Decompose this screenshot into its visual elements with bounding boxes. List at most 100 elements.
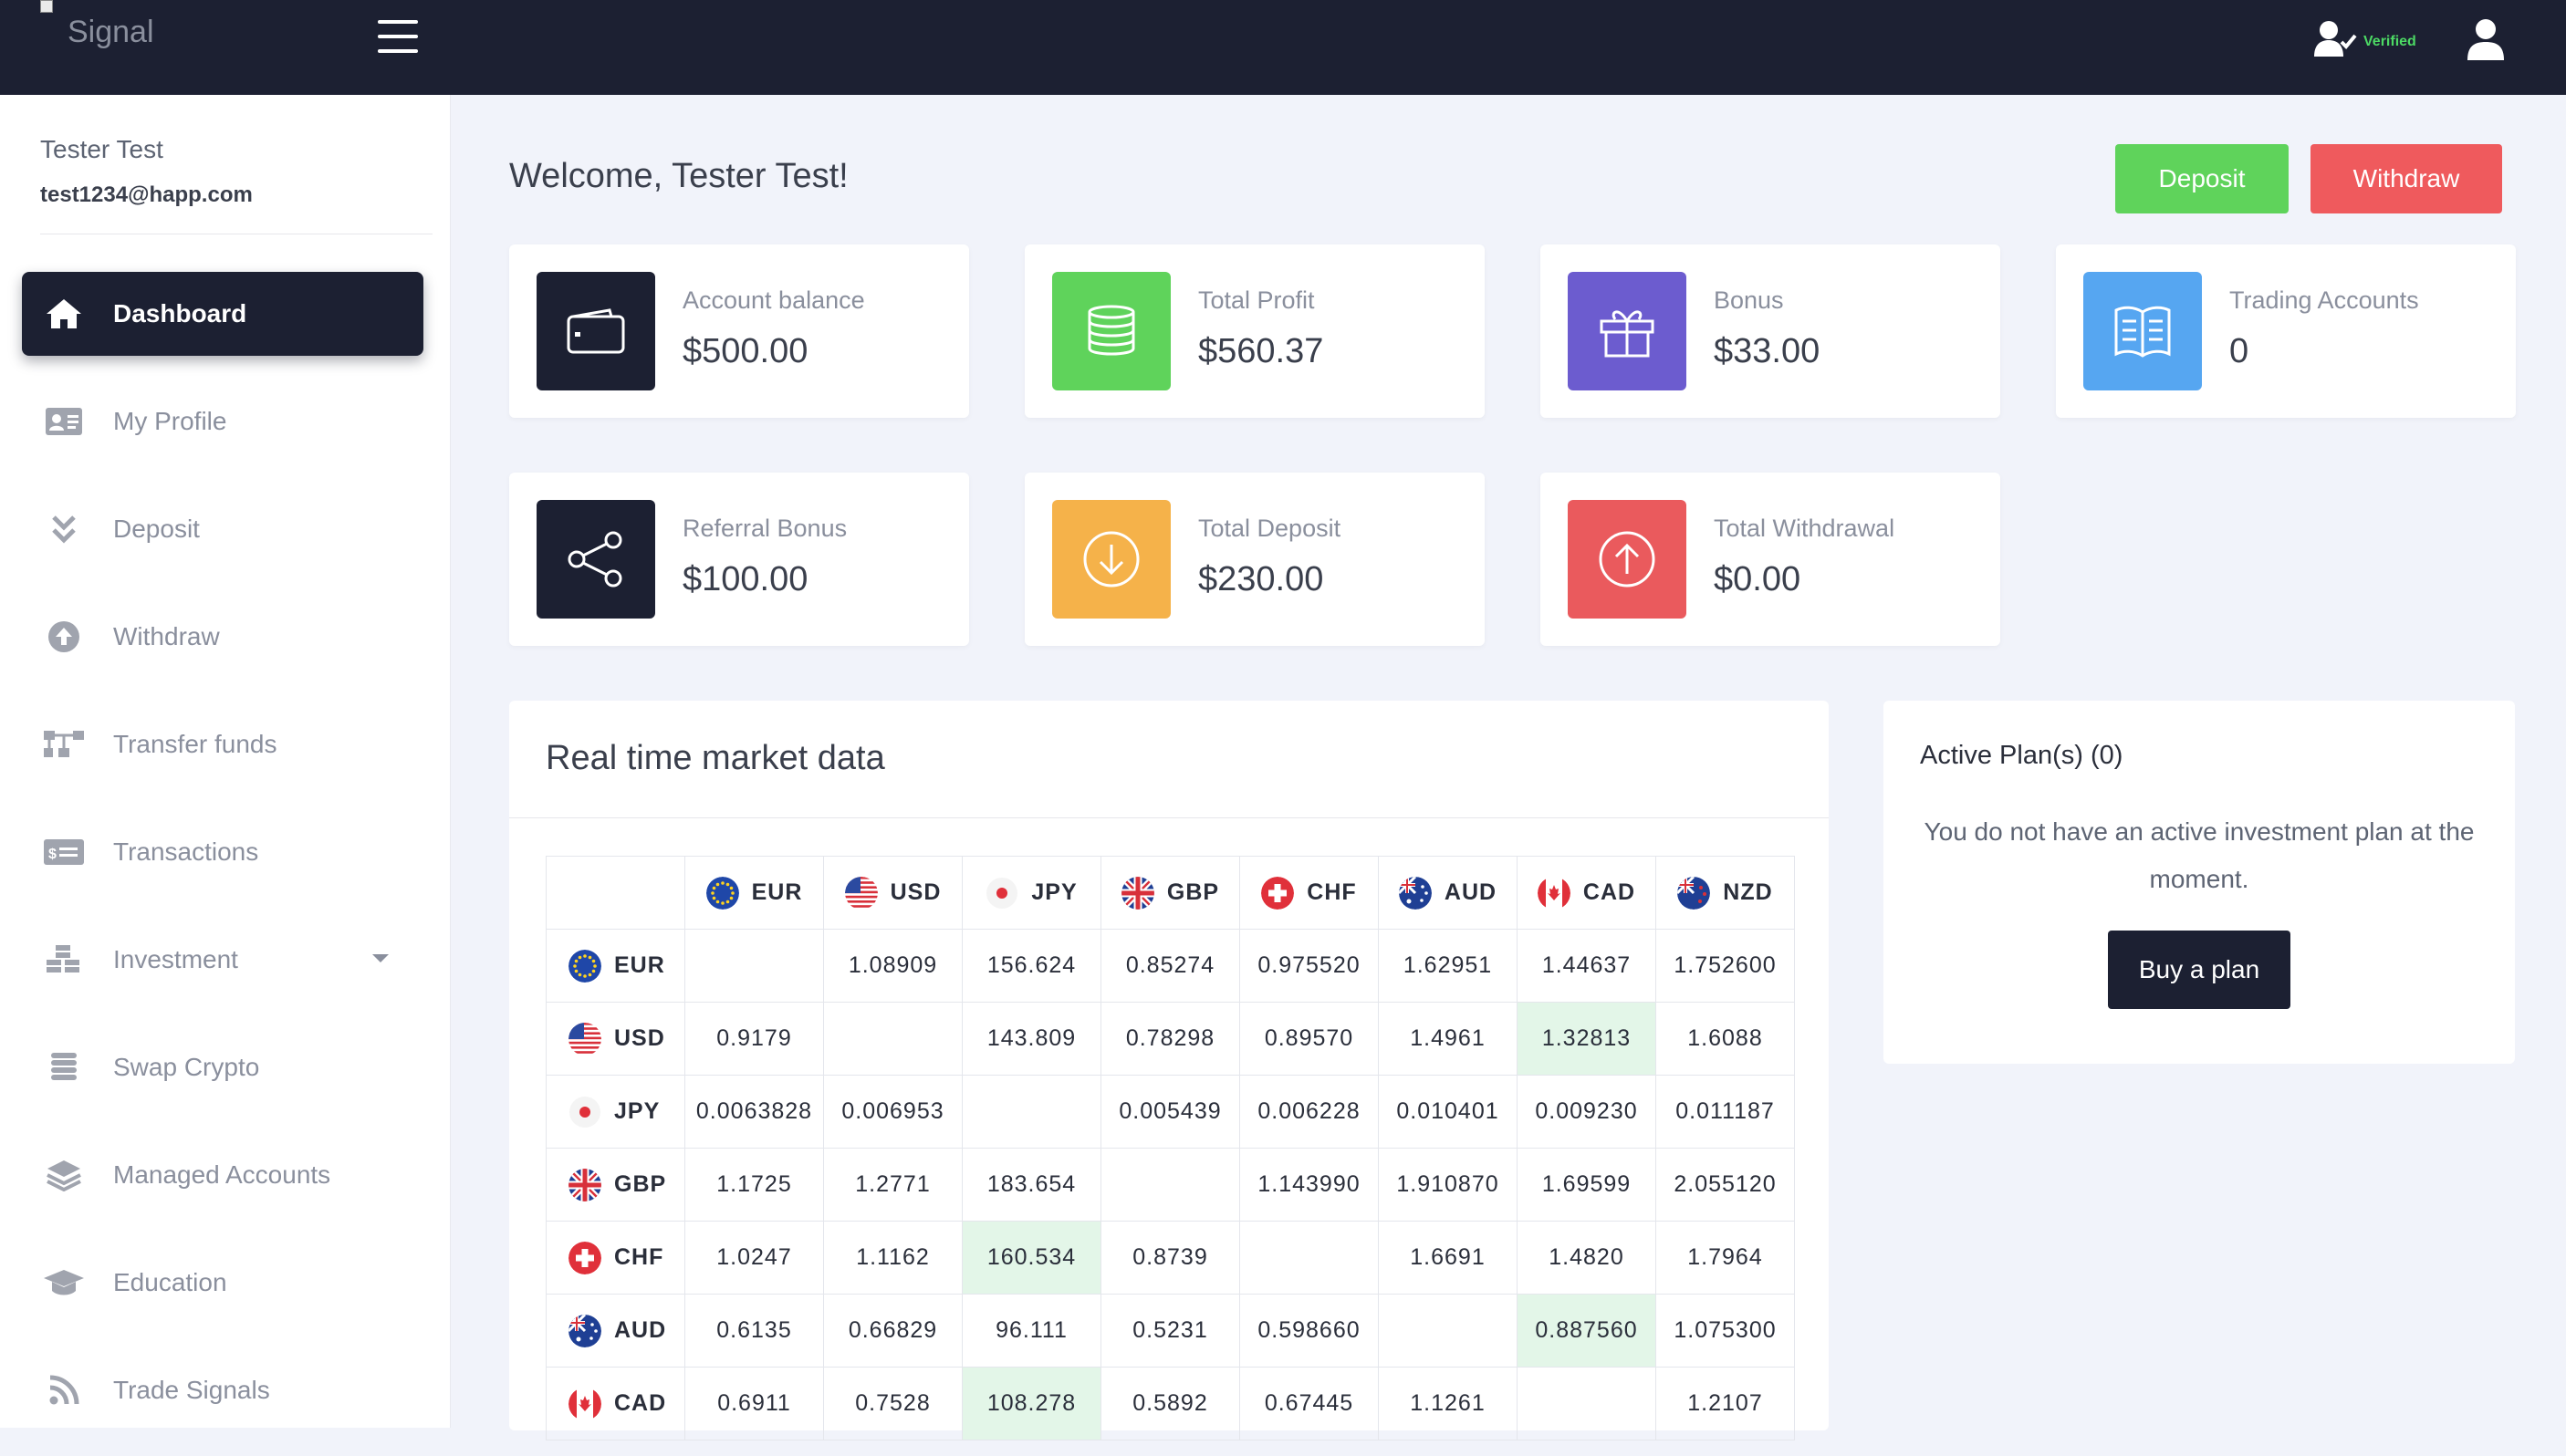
arrow-down-circle-icon [1052, 500, 1171, 619]
verified-badge[interactable]: Verified [2314, 20, 2416, 58]
rate-cell: 1.7964 [1655, 1221, 1795, 1295]
buy-plan-button[interactable]: Buy a plan [2108, 931, 2290, 1009]
arrow-up-circle-icon [40, 617, 88, 657]
nzd-flag-icon [1677, 876, 1711, 910]
rate-cell: 0.598660 [1239, 1294, 1379, 1368]
sidebar-item-transfer-funds[interactable]: Transfer funds [22, 702, 423, 786]
rate-cell: 0.975520 [1239, 929, 1379, 1003]
rate-cell: 1.075300 [1655, 1294, 1795, 1368]
rate-cell: 0.8739 [1100, 1221, 1240, 1295]
currency-code: GBP [614, 1171, 667, 1197]
currency-code: AUD [614, 1317, 667, 1343]
sidebar-item-deposit[interactable]: Deposit [22, 487, 423, 571]
currency-code: AUD [1444, 879, 1497, 905]
table-header-row: EUR USD JPY GBP CHF AUD CAD NZD [546, 856, 1795, 930]
logo[interactable]: Signal [40, 0, 154, 50]
currency-code: USD [890, 879, 942, 905]
currency-code: CAD [1582, 879, 1636, 905]
card-value: $33.00 [1714, 332, 1820, 370]
sidebar-item-swap-crypto[interactable]: Swap Crypto [22, 1025, 423, 1109]
currency-code: JPY [1031, 879, 1078, 905]
sidebar-item-education[interactable]: Education [22, 1241, 423, 1325]
card-value: $230.00 [1198, 560, 1324, 598]
card-label: Total Profit [1198, 286, 1315, 314]
aud-flag-icon [1398, 876, 1432, 910]
sidebar-item-label: Withdraw [113, 622, 220, 650]
card-value: $500.00 [683, 332, 808, 370]
withdraw-button[interactable]: Withdraw [2310, 144, 2502, 213]
book-open-icon [2083, 272, 2202, 390]
rate-cell: 0.011187 [1655, 1075, 1795, 1149]
market-data-panel: Real time market data EUR USD JPY GBP CH… [509, 701, 1829, 1440]
chf-flag-icon [568, 1241, 601, 1274]
rate-cell: 1.62951 [1378, 929, 1518, 1003]
table-row: CHF 1.0247 1.1162 160.534 0.8739 1.6691 1.4820… [546, 1221, 1795, 1295]
currency-code: GBP [1166, 879, 1220, 905]
sidebar-item-withdraw[interactable]: Withdraw [22, 595, 423, 679]
gbp-flag-icon [568, 1168, 601, 1201]
card-value: $100.00 [683, 560, 808, 598]
row-header: AUD [546, 1294, 685, 1368]
rate-cell: 0.5231 [1100, 1294, 1240, 1368]
rate-cell: 0.6911 [684, 1367, 824, 1440]
card-value: 0 [2229, 332, 2249, 370]
rate-cell: 1.6691 [1378, 1221, 1518, 1295]
usd-flag-icon [568, 1022, 601, 1056]
sidebar-item-trade-signals[interactable]: Trade Signals [22, 1348, 423, 1432]
rate-cell: 0.0063828 [684, 1075, 824, 1149]
rate-cell: 1.1261 [1378, 1367, 1518, 1440]
coins-icon [1052, 272, 1171, 390]
table-row: USD 0.9179 143.809 0.78298 0.89570 1.4961 1.32… [546, 1002, 1795, 1076]
jpy-flag-icon [986, 877, 1018, 910]
card-label: Bonus [1714, 286, 1784, 314]
sidebar: Tester Test test1234@happ.com Dashboard … [0, 95, 451, 1428]
sidebar-item-my-profile[interactable]: My Profile [22, 380, 423, 463]
share-icon [537, 500, 655, 619]
rate-cell: 156.624 [962, 929, 1101, 1003]
column-header: NZD [1655, 856, 1795, 930]
layers-icon [40, 1155, 88, 1195]
stat-card-bonus: Bonus $33.00 [1540, 244, 2000, 418]
deposit-button[interactable]: Deposit [2115, 144, 2289, 213]
market-data-title: Real time market data [546, 739, 885, 777]
money-bill-icon: $ [40, 832, 88, 872]
sidebar-item-label: Managed Accounts [113, 1160, 331, 1189]
top-bar: Signal Verified [0, 0, 2566, 95]
table-row: CAD 0.6911 0.7528 108.278 0.5892 0.67445 1.126… [546, 1367, 1795, 1440]
rate-cell: 1.6088 [1655, 1002, 1795, 1076]
rate-cell: 0.006953 [823, 1075, 963, 1149]
table-row: AUD 0.6135 0.66829 96.111 0.5231 0.598660 0.88… [546, 1294, 1795, 1368]
rate-cell: 0.6135 [684, 1294, 824, 1368]
sidebar-item-investment[interactable]: Investment [22, 918, 423, 1002]
rate-cell [1239, 1221, 1379, 1295]
stat-card-referral-bonus: Referral Bonus $100.00 [509, 473, 969, 646]
chevron-down-icon [372, 954, 389, 962]
card-label: Trading Accounts [2229, 286, 2419, 314]
row-header: CAD [546, 1367, 685, 1440]
rate-cell: 1.0247 [684, 1221, 824, 1295]
rate-cell: 0.7528 [823, 1367, 963, 1440]
rate-cell: 1.4820 [1517, 1221, 1656, 1295]
chf-flag-icon [1261, 876, 1295, 910]
sidebar-item-dashboard[interactable]: Dashboard [22, 272, 423, 356]
user-account-icon[interactable] [2466, 18, 2506, 65]
card-label: Referral Bonus [683, 515, 848, 542]
rate-cell [684, 929, 824, 1003]
rate-cell: 1.08909 [823, 929, 963, 1003]
card-value: $0.00 [1714, 560, 1801, 598]
sidebar-item-managed-accounts[interactable]: Managed Accounts [22, 1133, 423, 1217]
sidebar-item-label: Deposit [113, 515, 200, 543]
gift-icon [1568, 272, 1686, 390]
rate-cell [1517, 1367, 1656, 1440]
rate-cell: 1.143990 [1239, 1148, 1379, 1222]
rate-cell: 0.66829 [823, 1294, 963, 1368]
sidebar-item-transactions[interactable]: $ Transactions [22, 810, 423, 894]
column-header: JPY [962, 856, 1101, 930]
rate-cell: 0.78298 [1100, 1002, 1240, 1076]
column-header: USD [823, 856, 963, 930]
row-header: EUR [546, 929, 685, 1003]
rate-cell: 1.752600 [1655, 929, 1795, 1003]
sidebar-item-label: Education [113, 1268, 227, 1296]
row-header: GBP [546, 1148, 685, 1222]
menu-toggle-button[interactable] [378, 20, 418, 53]
